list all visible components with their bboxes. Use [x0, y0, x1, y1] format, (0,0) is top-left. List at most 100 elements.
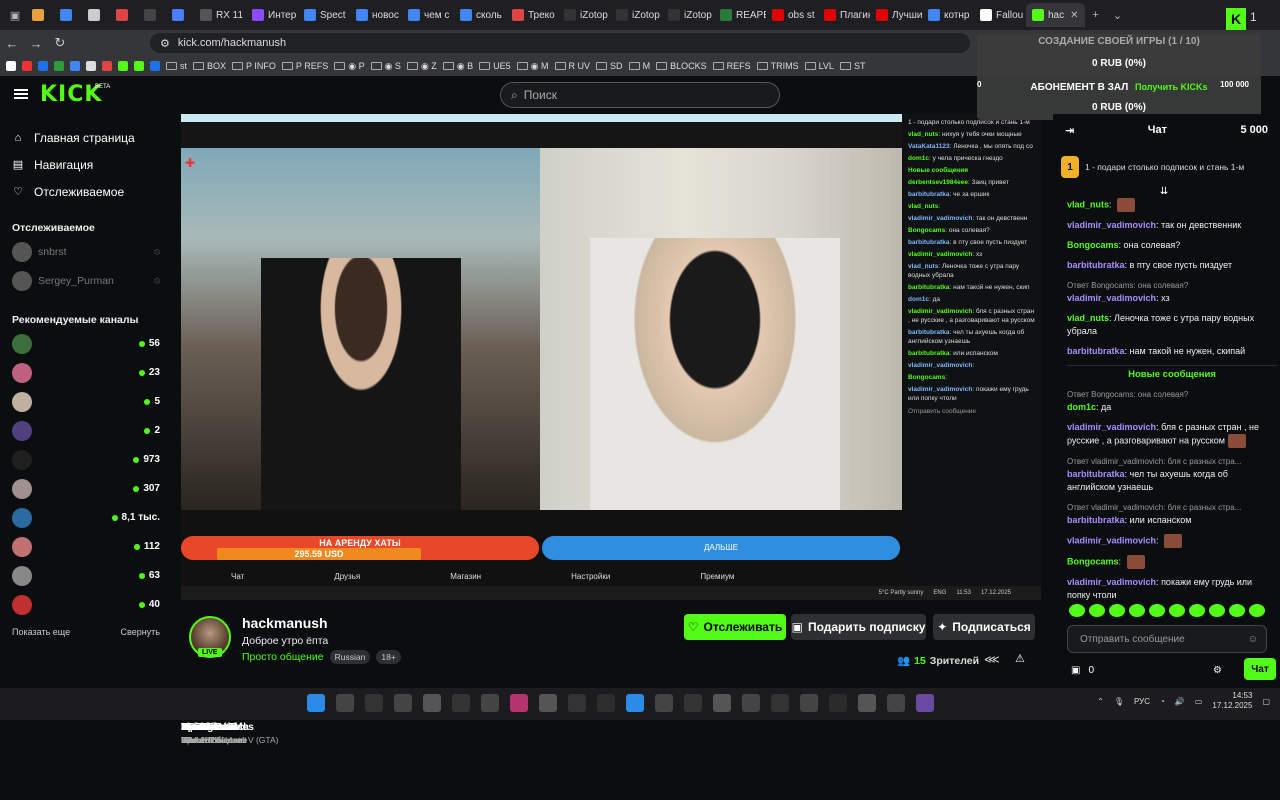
bookmark-item[interactable]: P REFS: [281, 61, 328, 71]
chat-message[interactable]: Bongocams:: [1067, 555, 1277, 569]
chat-message[interactable]: barbitubratka: нам такой не нужен, скипа…: [1067, 345, 1277, 358]
taskbar-app-icon[interactable]: [858, 694, 876, 712]
emote-icon[interactable]: [1089, 604, 1105, 617]
chat-username[interactable]: barbitubratka: [1067, 346, 1125, 356]
chat-username[interactable]: Bongocams: [1067, 556, 1119, 566]
browser-tab[interactable]: iZotop: [610, 3, 662, 27]
sidebar-nav-item[interactable]: ♡ Отслеживаемое: [0, 178, 172, 205]
wifi-icon[interactable]: ◔: [1160, 697, 1165, 706]
chat-username[interactable]: barbitubratka: [1067, 515, 1125, 525]
chat-send-button[interactable]: Чат: [1244, 658, 1276, 680]
browser-tab[interactable]: [54, 3, 82, 27]
recommended-channel[interactable]: TrueGrustnica Просто общение 23: [0, 358, 249, 745]
mic-icon[interactable]: 🎙: [1114, 697, 1124, 706]
chat-username[interactable]: vlad_nuts: [1067, 199, 1109, 209]
bookmark-item[interactable]: [134, 61, 144, 71]
chat-username[interactable]: vladimir_vadimovich: [1067, 577, 1156, 587]
followed-channel[interactable]: snbrst ⦸: [0, 237, 172, 266]
chat-username[interactable]: vladimir_vadimovich: [1067, 293, 1156, 303]
bookmark-item[interactable]: REFS: [712, 61, 751, 71]
chat-message[interactable]: Bongocams: она солевая?: [1067, 239, 1277, 252]
chat-message[interactable]: vlad_nuts:: [1067, 198, 1277, 212]
taskbar-app-icon[interactable]: [887, 694, 905, 712]
chat-username[interactable]: Bongocams: [1067, 240, 1119, 250]
bookmark-item[interactable]: M: [628, 61, 650, 71]
volume-icon[interactable]: 🔊: [1175, 697, 1185, 706]
browser-tab[interactable]: RX 11: [194, 3, 246, 27]
taskbar-app-icon[interactable]: [365, 694, 383, 712]
stream-category[interactable]: Просто общение: [242, 651, 324, 663]
bookmark-item[interactable]: [6, 61, 16, 71]
taskbar-app-icon[interactable]: [597, 694, 615, 712]
emote-icon[interactable]: [1129, 604, 1145, 617]
chat-username[interactable]: dom1c: [1067, 402, 1096, 412]
taskbar-app-icon[interactable]: [423, 694, 441, 712]
chat-username[interactable]: barbitubratka: [1067, 469, 1125, 479]
tag-language[interactable]: Russian: [329, 650, 371, 664]
chat-settings-icon[interactable]: ⚙: [1213, 665, 1222, 676]
chat-message[interactable]: vladimir_vadimovich: так он девственник: [1067, 219, 1277, 232]
taskbar-app-icon[interactable]: [713, 694, 731, 712]
browser-tab[interactable]: Spect: [298, 3, 350, 27]
recommended-channel[interactable]: razo97 Просто общение 307: [0, 474, 247, 745]
taskbar-app-icon[interactable]: [510, 694, 528, 712]
video-player[interactable]: ✚ НА АРЕНДУ ХАТЫ 295.59 USD ДАЛЬШЕ 0 500…: [181, 114, 1041, 600]
language-indicator[interactable]: РУС: [1134, 697, 1150, 706]
browser-tab[interactable]: [82, 3, 110, 27]
points-icon[interactable]: ▣: [1071, 665, 1080, 676]
taskbar-app-icon[interactable]: [626, 694, 644, 712]
reload-icon[interactable]: ↻: [48, 35, 72, 51]
recommended-channel[interactable]: nirvOz Grand Theft Auto V (GTA) 2: [0, 416, 278, 745]
new-messages-divider[interactable]: Новые сообщения: [1067, 365, 1277, 381]
tab-close-icon[interactable]: ✕: [1070, 10, 1078, 21]
bookmark-item[interactable]: LVL: [804, 61, 834, 71]
menu-icon[interactable]: [14, 89, 28, 99]
expand-pin-icon[interactable]: ⇊: [1160, 186, 1168, 197]
taskbar-app-icon[interactable]: [568, 694, 586, 712]
recommended-channel[interactable]: Splash1V World of Warcraft 56: [0, 329, 247, 745]
browser-tab[interactable]: Лучши: [870, 3, 922, 27]
bookmark-item[interactable]: R UV: [554, 61, 590, 71]
taskbar-app-icon[interactable]: [684, 694, 702, 712]
bookmark-item[interactable]: [54, 61, 64, 71]
chat-message[interactable]: vladimir_vadimovich: покажи ему грудь ил…: [1067, 576, 1277, 602]
bookmark-item[interactable]: UE5: [479, 61, 511, 71]
site-info-icon[interactable]: ⚙: [160, 37, 170, 50]
emoji-icon[interactable]: ☺: [1248, 634, 1258, 645]
tab-search-icon[interactable]: ▣: [4, 4, 26, 26]
next-button[interactable]: ДАЛЬШЕ: [542, 536, 900, 560]
chat-message[interactable]: Ответ Bongocams: она солевая? dom1c: да: [1067, 388, 1277, 414]
browser-tab[interactable]: новос: [350, 3, 402, 27]
chat-input[interactable]: Отправить сообщение ☺: [1067, 625, 1267, 653]
notifications-icon[interactable]: ▢: [1262, 697, 1270, 706]
bookmark-item[interactable]: SD: [596, 61, 623, 71]
recommended-channel[interactable]: ABZ IRL 973: [0, 445, 202, 745]
browser-tab[interactable]: obs st: [766, 3, 818, 27]
chat-username[interactable]: vladimir_vadimovich: [1067, 422, 1156, 432]
followed-channel[interactable]: Sergey_Purman ⦸: [0, 266, 172, 295]
browser-tab[interactable]: [166, 3, 194, 27]
emote-icon[interactable]: [1069, 604, 1085, 617]
taskbar-app-icon[interactable]: [307, 694, 325, 712]
get-kicks-link[interactable]: Получить KICKs: [1135, 82, 1208, 92]
browser-tab[interactable]: iZotop: [558, 3, 610, 27]
recommended-channel[interactable]: aquamoose Просто общение 40: [0, 590, 247, 745]
bookmark-item[interactable]: BLOCKS: [656, 61, 707, 71]
emote-icon[interactable]: [1209, 604, 1225, 617]
tag-age[interactable]: 18+: [376, 650, 401, 664]
pinned-message[interactable]: 1 1 - подари столько подписок и стань 1-…: [1061, 152, 1271, 182]
channel-name[interactable]: hackmanush: [242, 615, 328, 631]
gift-sub-button[interactable]: ▣ Подарить подписку: [791, 614, 926, 640]
chat-message[interactable]: Ответ vladimir_vadimovich: бля с разных …: [1067, 455, 1277, 494]
emote-icon[interactable]: [1189, 604, 1205, 617]
bookmark-item[interactable]: [118, 61, 128, 71]
bookmark-item[interactable]: P INFO: [232, 61, 276, 71]
browser-tab[interactable]: котнр: [922, 3, 974, 27]
browser-tab[interactable]: [26, 3, 54, 27]
taskbar-app-icon[interactable]: [829, 694, 847, 712]
chat-username[interactable]: vladimir_vadimovich: [1067, 535, 1156, 545]
recommended-channel[interactable]: DookieBubbles Marvel Rivals 112: [0, 532, 254, 745]
taskbar-app-icon[interactable]: [916, 694, 934, 712]
report-icon[interactable]: ⚠: [1015, 652, 1025, 665]
browser-tab[interactable]: чем с: [402, 3, 454, 27]
